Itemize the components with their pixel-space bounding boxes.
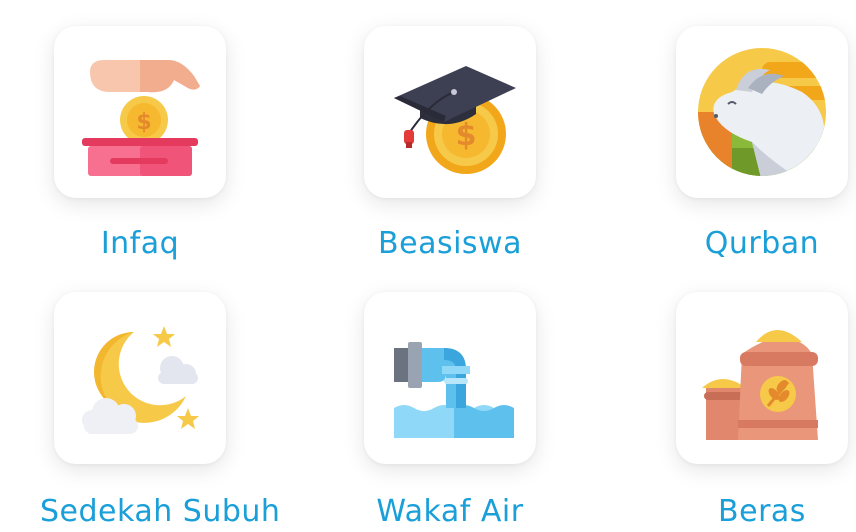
category-beasiswa[interactable]: $ Beasiswa [350,26,550,262]
donation-box-icon: $ [70,42,210,182]
category-card[interactable] [54,292,226,464]
category-grid: $ Infaq $ Beasiswa Qurban Sedekah Subuh … [0,0,856,532]
category-card[interactable] [676,26,848,198]
category-card[interactable]: $ [364,26,536,198]
graduation-cap-coin-icon: $ [380,42,520,182]
category-card[interactable] [676,292,848,464]
category-card[interactable] [364,292,536,464]
category-label: Beras [718,494,806,529]
category-label: Beasiswa [378,226,522,261]
water-pipe-icon [380,308,520,448]
crescent-moon-icon [70,308,210,448]
category-beras[interactable]: Beras [662,292,856,530]
rice-sack-icon [692,308,832,448]
category-label: Qurban [704,226,820,261]
category-infaq[interactable]: $ Infaq [40,26,240,262]
goat-icon [692,42,832,182]
category-label: Wakaf Air [376,494,524,529]
category-qurban[interactable]: Qurban [662,26,856,262]
category-card[interactable]: $ [54,26,226,198]
category-label: Sedekah Subuh [40,494,281,529]
svg-text:$: $ [456,118,477,153]
category-label: Infaq [100,226,180,261]
category-sedekah-subuh[interactable]: Sedekah Subuh [40,292,281,530]
svg-text:$: $ [136,110,151,135]
category-wakaf-air[interactable]: Wakaf Air [350,292,550,530]
